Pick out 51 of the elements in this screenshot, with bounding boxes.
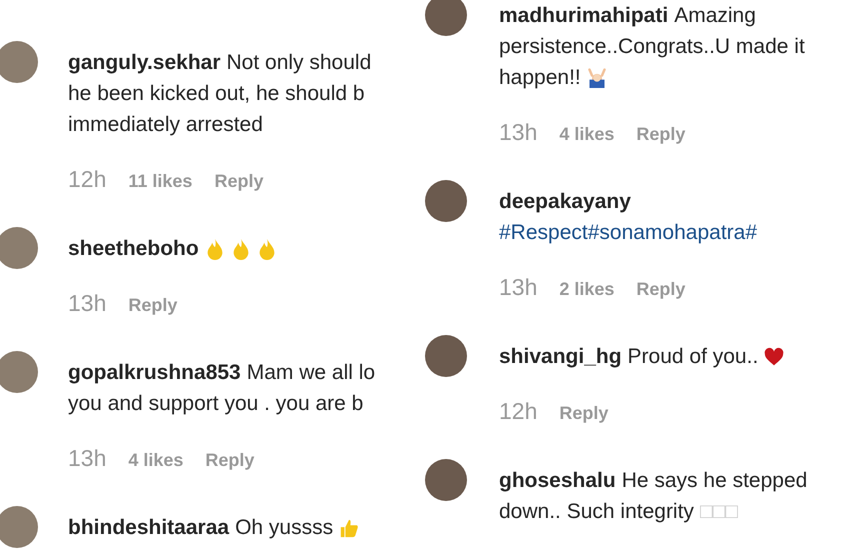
username[interactable]: ganguly.sekhar <box>68 47 220 78</box>
comment-text: Not only should <box>226 50 372 76</box>
flame-icon <box>204 238 225 260</box>
comment-text: Oh yussss <box>235 515 334 541</box>
username[interactable]: sheetheboho <box>68 233 199 264</box>
flame-icon <box>256 238 277 260</box>
reply-link[interactable]: Reply <box>128 290 178 321</box>
timestamp: 13h <box>499 273 538 302</box>
comment-text: you and support you . you are b <box>68 391 364 417</box>
comment-text: Proud of you.. <box>628 344 758 370</box>
raised-hands-icon <box>586 66 607 88</box>
timestamp: 13h <box>68 444 106 473</box>
comment-text: He says he stepped <box>622 468 808 494</box>
username[interactable]: gopalkrushna853 <box>68 357 241 388</box>
comment-text: down.. Such integrity <box>499 499 694 525</box>
timestamp: 13h <box>499 118 538 147</box>
timestamp: 12h <box>68 165 106 194</box>
likes-count[interactable]: 11 likes <box>128 166 192 197</box>
avatar-photo-placeholder[interactable] <box>0 351 38 393</box>
hashtag-link[interactable]: #Respect#sonamohapatra# <box>499 217 758 248</box>
likes-count[interactable]: 4 likes <box>128 445 184 476</box>
comment-text: immediately arrested <box>68 112 263 138</box>
avatar-photo-placeholder[interactable] <box>0 506 38 548</box>
comment-text: happen!! <box>499 65 581 91</box>
comment-text: Amazing <box>674 3 756 29</box>
reply-link[interactable]: Reply <box>205 445 254 476</box>
username[interactable]: deepakayany <box>499 186 631 217</box>
username[interactable]: madhurimahipati <box>499 0 668 31</box>
username[interactable]: bhindeshitaaraa <box>68 512 230 543</box>
comment-text: he been kicked out, he should b <box>68 81 365 107</box>
comment-text: persistence..Congrats..U made it <box>499 34 805 60</box>
timestamp: 13h <box>68 289 106 318</box>
avatar-photo-placeholder[interactable] <box>425 0 467 36</box>
missing-glyph-text: □□□ <box>700 499 738 525</box>
avatar-photo-placeholder[interactable] <box>425 180 467 222</box>
avatar-photo-placeholder[interactable] <box>425 459 467 501</box>
avatar-photo-placeholder[interactable] <box>425 335 467 377</box>
avatar-photo-placeholder[interactable] <box>0 227 38 269</box>
flame-icon <box>230 238 251 260</box>
username[interactable]: ghoseshalu <box>499 465 616 496</box>
username[interactable]: shivangi_hg <box>499 341 622 372</box>
reply-link[interactable]: Reply <box>559 398 608 429</box>
likes-count[interactable]: 4 likes <box>559 119 614 150</box>
timestamp: 12h <box>499 397 538 426</box>
comment-text: Mam we all lo <box>246 360 376 386</box>
reply-link[interactable]: Reply <box>636 119 686 150</box>
reply-link[interactable]: Reply <box>214 166 264 197</box>
heart-icon <box>764 346 784 368</box>
avatar-photo-placeholder[interactable] <box>0 41 38 83</box>
likes-count[interactable]: 2 likes <box>559 274 614 305</box>
reply-link[interactable]: Reply <box>636 274 686 305</box>
